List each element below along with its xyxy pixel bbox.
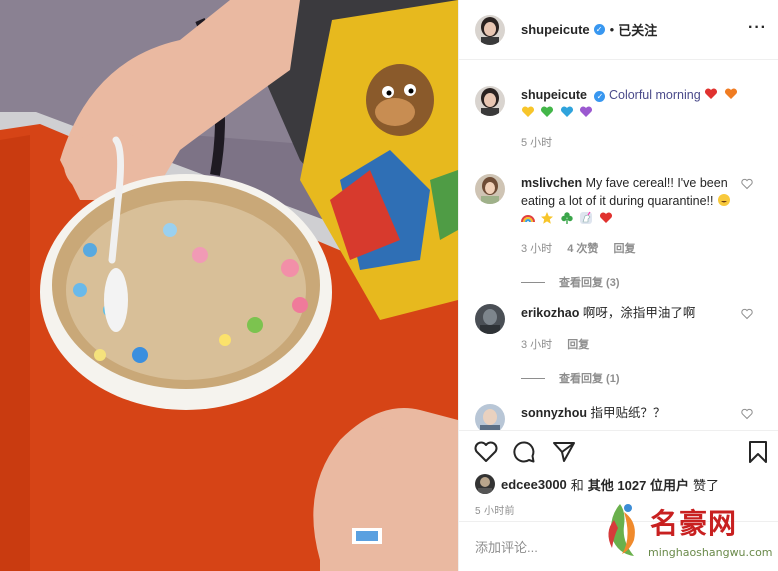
post-sidebar: shupeicute ✓ • 已关注 ··· shupeicute ✓ Colo… <box>458 0 778 571</box>
comment-time: 3 小时 <box>521 243 553 255</box>
caption-meta: 5 小时 <box>521 134 765 150</box>
grinning-face-icon <box>717 194 730 206</box>
comment-body: sonnyzhou 指甲贴纸？？ <box>521 404 733 422</box>
comment-item: erikozhao 啊呀，涂指甲油了啊 3 小时 回复 查看回复 (1) <box>475 304 775 386</box>
comment-likes-count[interactable]: 4 次赞 <box>567 243 598 255</box>
post-photo[interactable] <box>0 0 458 571</box>
comment-like-heart-icon[interactable] <box>741 408 753 420</box>
likes-suffix: 赞了 <box>692 477 719 493</box>
cereal-bowl-image <box>0 0 458 571</box>
comment-body: erikozhao 啊呀，涂指甲油了啊 <box>521 304 733 322</box>
more-horizontal-icon[interactable]: ··· <box>748 19 767 37</box>
likes-others-count[interactable]: 其他 1027 位用户 <box>588 475 689 494</box>
caption-username[interactable]: shupeicute <box>521 88 587 102</box>
comment-reply-button[interactable]: 回复 <box>614 243 636 255</box>
commenter-avatar[interactable] <box>475 404 505 430</box>
red-heart-icon <box>599 212 612 223</box>
likes-and-text: 和 <box>570 477 584 493</box>
likes-summary[interactable]: edcee3000 和 其他 1027 位用户 赞了 <box>475 474 723 494</box>
caption-avatar[interactable] <box>475 86 505 116</box>
liker-username[interactable]: edcee3000 <box>501 477 567 492</box>
post-time-ago: 5 小时前 <box>475 506 515 517</box>
comment-item: sonnyzhou 指甲贴纸？？ <box>475 404 775 430</box>
author-avatar[interactable] <box>475 14 505 45</box>
comment-like-heart-icon[interactable] <box>741 178 753 190</box>
post-header: shupeicute ✓ • 已关注 ··· <box>459 0 778 60</box>
heart-icon[interactable] <box>473 439 499 465</box>
comment-item: mslivchen My fave cereal!! I've been eat… <box>475 174 775 290</box>
watermark-title: 名豪网 <box>650 507 738 540</box>
comment-text: 啊呀，涂指甲油了啊 <box>582 306 696 320</box>
comment-username[interactable]: mslivchen <box>521 176 582 190</box>
liker-avatar <box>475 474 495 494</box>
comment-username[interactable]: sonnyzhou <box>521 406 587 420</box>
view-replies-label: 查看回复 (3) <box>559 277 620 289</box>
share-icon[interactable] <box>551 439 577 465</box>
view-replies-button[interactable]: 查看回复 (1) <box>521 370 775 386</box>
caption-body: shupeicute ✓ Colorful morning <box>521 86 765 122</box>
star-icon <box>541 212 554 224</box>
replies-divider-line <box>521 281 545 283</box>
shamrock-icon <box>561 212 573 224</box>
follow-status-button[interactable]: 已关注 <box>618 20 657 39</box>
purple-heart-icon <box>580 106 593 117</box>
unicorn-icon <box>580 211 593 224</box>
watermark-logo <box>608 504 635 556</box>
comment-icon[interactable] <box>511 439 537 465</box>
red-heart-icon <box>705 88 718 99</box>
comment-reply-button[interactable]: 回复 <box>567 339 589 351</box>
comment-like-heart-icon[interactable] <box>741 308 753 320</box>
orange-heart-icon <box>724 88 737 99</box>
comment-meta: 3 小时 4 次赞 回复 <box>521 240 775 256</box>
view-replies-label: 查看回复 (1) <box>559 373 620 385</box>
rainbow-icon <box>521 215 535 223</box>
commenter-avatar[interactable] <box>475 174 505 204</box>
bookmark-icon[interactable] <box>745 439 771 465</box>
verified-badge-icon: ✓ <box>593 24 605 35</box>
site-watermark: 名豪网 minghaoshangwu.com <box>600 498 778 568</box>
replies-divider-line <box>521 377 545 379</box>
watermark-url: minghaoshangwu.com <box>648 546 773 559</box>
comments-list[interactable]: shupeicute ✓ Colorful morning 5 小时 msliv… <box>459 60 778 430</box>
author-username[interactable]: shupeicute <box>521 22 590 37</box>
yellow-heart-icon <box>521 106 535 117</box>
commenter-avatar[interactable] <box>475 304 505 334</box>
caption-text: Colorful morning <box>608 88 701 102</box>
caption-time: 5 小时 <box>521 137 553 149</box>
comment-meta: 3 小时 回复 <box>521 336 775 352</box>
comment-time: 3 小时 <box>521 339 553 351</box>
separator-dot: • <box>609 22 615 37</box>
view-replies-button[interactable]: 查看回复 (3) <box>521 274 775 290</box>
verified-badge-icon: ✓ <box>594 91 606 102</box>
comment-body: mslivchen My fave cereal!! I've been eat… <box>521 174 733 228</box>
post-caption: shupeicute ✓ Colorful morning 5 小时 <box>475 86 765 150</box>
comment-username[interactable]: erikozhao <box>521 306 579 320</box>
blue-heart-icon <box>560 106 573 117</box>
comment-text: 指甲贴纸？？ <box>590 406 666 420</box>
green-heart-icon <box>541 106 554 117</box>
